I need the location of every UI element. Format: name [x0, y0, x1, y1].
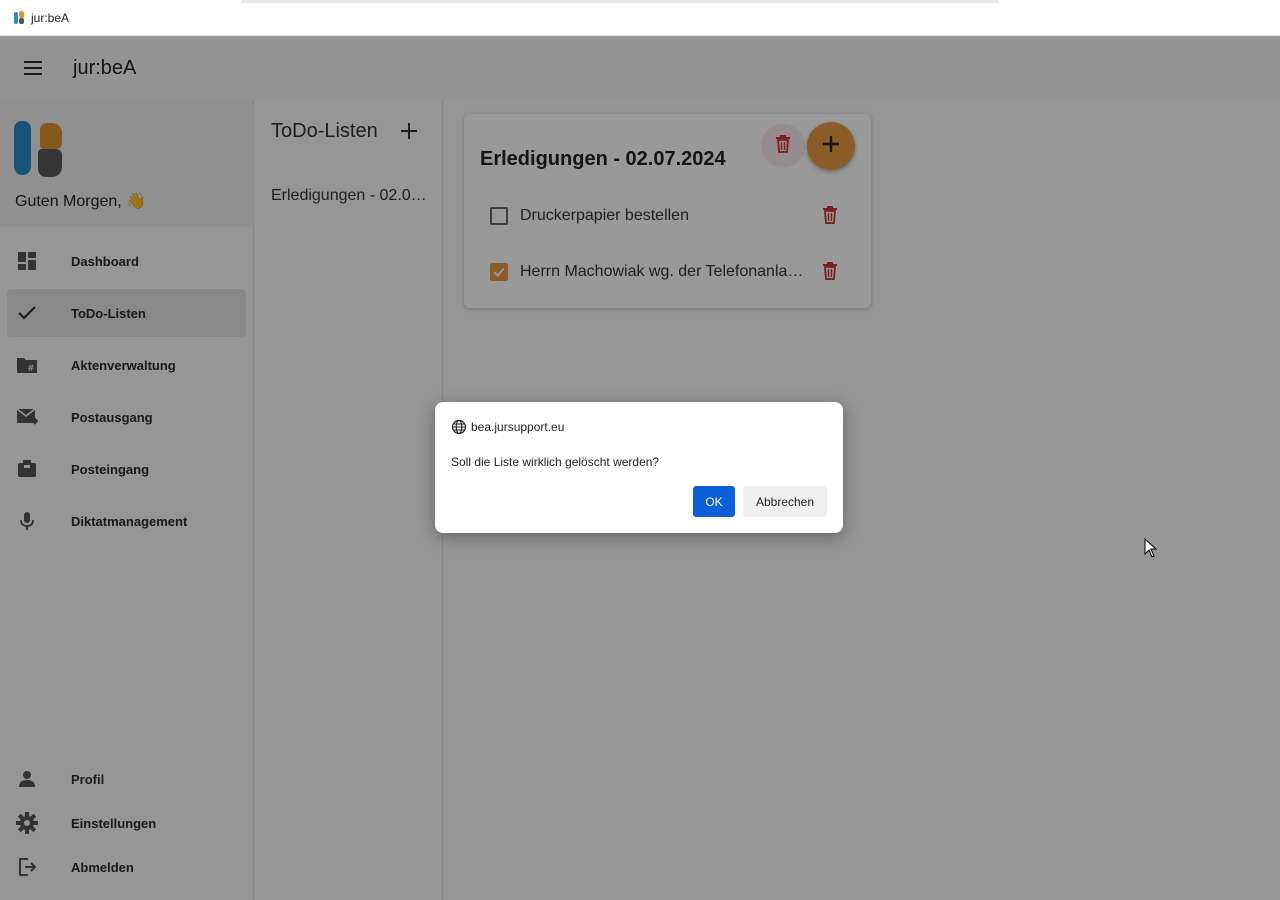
confirm-dialog: bea.jursupport.eu Soll die Liste wirklic… [435, 402, 843, 533]
dialog-origin: bea.jursupport.eu [451, 419, 564, 435]
app-logo-icon [14, 10, 25, 25]
ok-button[interactable]: OK [693, 486, 735, 517]
window-titlebar: jur:beA [0, 0, 1280, 36]
cancel-button[interactable]: Abbrechen [743, 486, 827, 517]
window-tab-strip [242, 0, 998, 3]
globe-icon [451, 419, 467, 435]
window-title: jur:beA [31, 10, 70, 25]
dialog-message: Soll die Liste wirklich gelöscht werden? [451, 455, 660, 469]
dialog-origin-text: bea.jursupport.eu [471, 420, 565, 434]
mouse-cursor-icon [1144, 538, 1158, 558]
